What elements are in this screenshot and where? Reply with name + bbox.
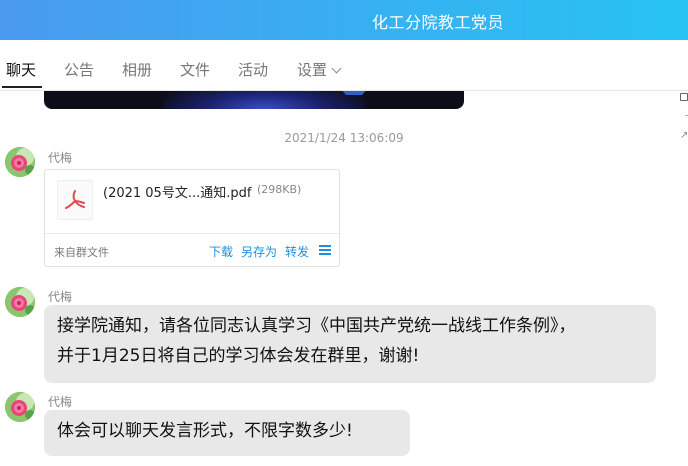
forward-button[interactable]: 转发 <box>285 243 309 260</box>
tab-files[interactable]: 文件 <box>180 59 210 80</box>
tab-chat[interactable]: 聊天 <box>6 59 36 80</box>
more-menu-icon[interactable] <box>319 245 331 255</box>
file-name[interactable]: (2021 05号文...通知.pdf <box>103 182 251 201</box>
tab-activities[interactable]: 活动 <box>238 59 268 80</box>
message-line: 接学院通知，请各位同志认真学习《中国共产党统一战线工作条例》， <box>57 316 576 336</box>
title-bar: 化工分院教工党员 <box>0 0 688 40</box>
download-button[interactable]: 下载 <box>209 243 233 260</box>
save-as-button[interactable]: 另存为 <box>241 243 277 260</box>
text-message-bubble[interactable]: 接学院通知，请各位同志认真学习《中国共产党统一战线工作条例》， 并于1月25日将… <box>44 305 656 383</box>
file-message-card[interactable]: (2021 05号文...通知.pdf (298KB) 来自群文件 下载 另存为… <box>44 169 340 267</box>
sender-name: 代梅 <box>48 395 73 409</box>
text-message-bubble[interactable]: 体会可以聊天发言形式，不限字数多少! <box>44 410 410 456</box>
chevron-down-icon <box>331 63 342 74</box>
divider <box>45 233 339 234</box>
pdf-icon <box>57 180 93 220</box>
tab-settings-label: 设置 <box>297 61 328 79</box>
avatar[interactable] <box>5 147 35 177</box>
avatar[interactable] <box>5 392 35 422</box>
tab-settings[interactable]: 设置 <box>297 59 342 80</box>
avatar[interactable] <box>5 287 35 317</box>
image-message[interactable] <box>44 91 464 109</box>
sender-name: 代梅 <box>48 151 73 165</box>
file-source-label: 来自群文件 <box>54 246 109 259</box>
chat-area[interactable]: 2021/1/24 13:06:09 代梅 (2021 05号文...通知.pd… <box>0 91 688 466</box>
image-glow <box>164 91 364 109</box>
tab-announcements[interactable]: 公告 <box>64 59 94 80</box>
message-line: 并于1月25日将自己的学习体会发在群里，谢谢! <box>57 346 420 366</box>
message-line: 体会可以聊天发言形式，不限字数多少! <box>57 421 353 441</box>
active-tab-indicator <box>2 86 42 88</box>
window-title: 化工分院教工党员 <box>372 13 505 32</box>
tab-bar: 聊天 公告 相册 文件 活动 设置 ↗ <box>0 40 688 141</box>
sender-name: 代梅 <box>48 290 73 304</box>
message-timestamp: 2021/1/24 13:06:09 <box>284 131 404 145</box>
tab-album[interactable]: 相册 <box>122 59 152 80</box>
file-size: (298KB) <box>257 183 302 196</box>
